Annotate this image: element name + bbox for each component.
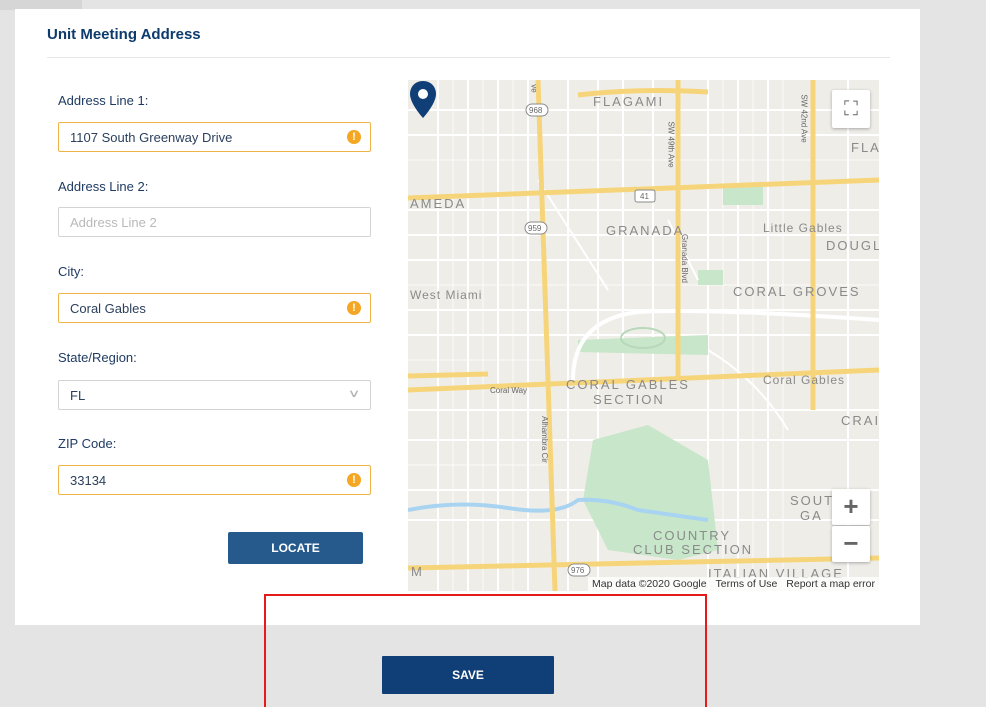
map-label-country-club: COUNTRY bbox=[653, 528, 732, 543]
address-line-2-label: Address Line 2: bbox=[58, 179, 149, 194]
zip-label: ZIP Code: bbox=[58, 436, 117, 451]
map-label-crai: CRAI bbox=[841, 413, 879, 428]
address-line-2-input[interactable] bbox=[59, 208, 370, 236]
locate-button[interactable]: LOCATE bbox=[228, 532, 363, 564]
address-line-1-value: 1107 South Greenway Drive bbox=[70, 130, 233, 145]
zip-input[interactable]: 33134 ! bbox=[58, 465, 371, 495]
map-attribution: Map data ©2020 Google Terms of Use Repor… bbox=[588, 577, 879, 591]
warning-icon: ! bbox=[347, 473, 361, 487]
map-label-little-gables: Little Gables bbox=[763, 221, 843, 235]
highlight-box bbox=[264, 594, 707, 707]
chevron-down-icon: ∨ bbox=[347, 388, 361, 400]
state-select[interactable]: FL ∨ bbox=[58, 380, 371, 410]
map-label-granada: GRANADA bbox=[606, 223, 685, 238]
zoom-out-button[interactable]: − bbox=[832, 526, 870, 562]
shield-959: 959 bbox=[528, 224, 542, 233]
state-value: FL bbox=[70, 388, 86, 403]
map-label-dougl: DOUGL bbox=[826, 238, 879, 253]
map-view[interactable]: 968 41 959 976 ve FLAGAMI FLA AMEDA GRAN… bbox=[408, 80, 879, 591]
section-title: Unit Meeting Address bbox=[47, 26, 201, 43]
map-label-coral-gables-section: CORAL GABLES bbox=[566, 377, 690, 392]
map-label-south-2: GA bbox=[800, 508, 823, 523]
section-divider bbox=[47, 57, 890, 58]
report-map-error-link[interactable]: Report a map error bbox=[786, 578, 875, 590]
road-sw42-label: SW 42nd Ave bbox=[799, 94, 809, 143]
map-label-fla: FLA bbox=[851, 140, 879, 155]
city-label: City: bbox=[58, 264, 85, 279]
warning-icon: ! bbox=[347, 301, 361, 315]
address-card: Unit Meeting Address Address Line 1: 110… bbox=[15, 9, 920, 625]
road-alhambra-label: Alhambra Cir bbox=[539, 416, 549, 463]
shield-41: 41 bbox=[640, 192, 649, 201]
address-line-1-label: Address Line 1: bbox=[58, 93, 149, 108]
map-label-country-club-2: CLUB SECTION bbox=[633, 542, 754, 557]
road-sw49-label: SW 49th Ave bbox=[666, 121, 676, 168]
zip-value: 33134 bbox=[70, 473, 107, 488]
terms-of-use-link[interactable]: Terms of Use bbox=[716, 578, 778, 590]
map-label-ameda: AMEDA bbox=[410, 196, 467, 211]
city-value: Coral Gables bbox=[70, 301, 146, 316]
road-granada-blvd-label: Granada Blvd bbox=[679, 234, 689, 283]
zoom-in-button[interactable]: + bbox=[832, 489, 870, 525]
map-label-coral-gables: Coral Gables bbox=[763, 373, 846, 387]
map-label-flagami: FLAGAMI bbox=[593, 94, 665, 109]
fullscreen-icon[interactable]: ⛶ bbox=[832, 90, 870, 128]
warning-icon: ! bbox=[347, 130, 361, 144]
map-label-m: M bbox=[411, 564, 424, 579]
map-label-west-miami: West Miami bbox=[410, 288, 483, 302]
map-label-coral-way: Coral Way bbox=[490, 386, 528, 395]
shield-968: 968 bbox=[529, 106, 543, 115]
map-pin-icon[interactable] bbox=[408, 80, 438, 120]
map-label-south: SOUT bbox=[790, 493, 835, 508]
map-data-credit: Map data ©2020 Google bbox=[592, 578, 707, 590]
address-line-2-field bbox=[58, 207, 371, 237]
city-input[interactable]: Coral Gables ! bbox=[58, 293, 371, 323]
map-label-coral-groves: CORAL GROVES bbox=[733, 284, 861, 299]
road-ve-label: ve bbox=[529, 84, 539, 93]
address-line-1-input[interactable]: 1107 South Greenway Drive ! bbox=[58, 122, 371, 152]
state-label: State/Region: bbox=[58, 350, 137, 365]
map-label-coral-gables-section-2: SECTION bbox=[593, 392, 665, 407]
shield-976: 976 bbox=[571, 566, 585, 575]
